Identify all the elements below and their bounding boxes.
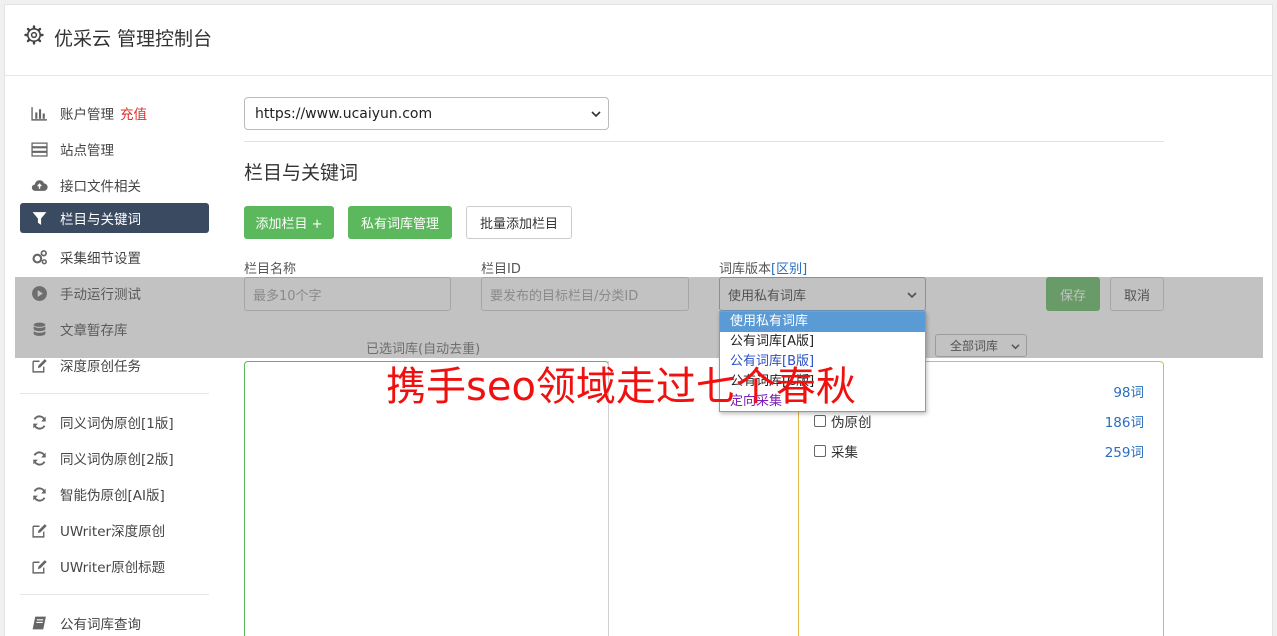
refresh-icon [33,414,46,430]
checkbox[interactable] [814,445,826,457]
sidebar-item-collect-settings[interactable]: 采集细节设置 [20,242,209,272]
sidebar-item-sites[interactable]: 站点管理 [20,134,209,164]
gear-icon [24,25,44,45]
add-column-button[interactable]: 添加栏目 + [244,206,334,239]
sidebar-item-account[interactable]: 账户管理 充值 [20,98,209,128]
sidebar-item-columns-keywords[interactable]: 栏目与关键词 [20,203,209,233]
sidebar-item-public-lib[interactable]: 公有词库查询 [20,608,209,636]
sidebar-item-label: 栏目与关键词 [60,212,141,228]
gears-icon [32,249,47,264]
sidebar-item-label: 深度原创任务 [60,359,141,375]
site-select-value: https://www.ucaiyun.com [255,105,433,122]
edit-icon [32,523,47,538]
section-title: 栏目与关键词 [244,162,359,184]
watermark-text: 携手seo领域走过七个春秋 [386,364,856,410]
difference-link[interactable]: [区别] [771,262,807,277]
sidebar-item-label: 同义词伪原创[1版] [60,416,174,432]
sidebar-divider [20,393,209,394]
sidebar-item-label: 接口文件相关 [60,179,141,195]
cloud-upload-icon [31,179,48,191]
page-title: 优采云 管理控制台 [54,28,213,50]
sidebar-item-synonym-v2[interactable]: 同义词伪原创[2版] [20,443,209,473]
server-icon [31,141,48,157]
sidebar-item-label: UWriter深度原创 [60,524,166,540]
refresh-icon [33,486,46,502]
sidebar-item-label: 账户管理 [60,107,114,123]
edit-icon [32,559,47,574]
column-id-label: 栏目ID [481,262,521,277]
edit-icon [32,358,47,373]
sidebar-item-label: 公有词库查询 [60,617,141,633]
sidebar-item-synonym-v1[interactable]: 同义词伪原创[1版] [20,407,209,437]
sidebar-item-uwriter-deep[interactable]: UWriter深度原创 [20,515,209,545]
list-item[interactable]: 伪原创 186词 [814,411,1144,431]
header: 优采云 管理控制台 [5,5,1272,76]
filter-icon [32,211,47,225]
list-item[interactable]: 采集 259词 [814,441,1144,461]
private-lib-button[interactable]: 私有词库管理 [348,206,452,239]
book-icon [32,616,46,629]
bar-chart-icon [31,106,47,121]
sidebar-divider [20,594,209,595]
site-select[interactable]: https://www.ucaiyun.com [244,97,609,130]
overlay-band [15,277,1263,358]
sidebar-item-label: 采集细节设置 [60,251,141,267]
checkbox[interactable] [814,415,826,427]
dropdown-option[interactable]: 使用私有词库 [720,312,925,332]
sidebar-item-label: UWriter原创标题 [60,560,166,576]
sidebar-item-label: 同义词伪原创[2版] [60,452,174,468]
sidebar-item-uwriter-title[interactable]: UWriter原创标题 [20,551,209,581]
lib-version-label: 词库版本[区别] [719,262,808,277]
recharge-link[interactable]: 充值 [120,103,147,123]
sidebar-item-label: 站点管理 [60,143,114,159]
divider [244,141,1164,142]
sidebar-item-interface-files[interactable]: 接口文件相关 [20,170,209,200]
sidebar-item-ai-pseudo[interactable]: 智能伪原创[AI版] [20,479,209,509]
refresh-icon [33,450,46,466]
dropdown-option[interactable]: 公有词库[A版] [720,332,925,352]
sidebar-item-label: 智能伪原创[AI版] [60,488,165,504]
batch-add-button[interactable]: 批量添加栏目 [466,206,572,239]
chevron-down-icon [591,111,601,118]
column-name-label: 栏目名称 [244,262,297,277]
